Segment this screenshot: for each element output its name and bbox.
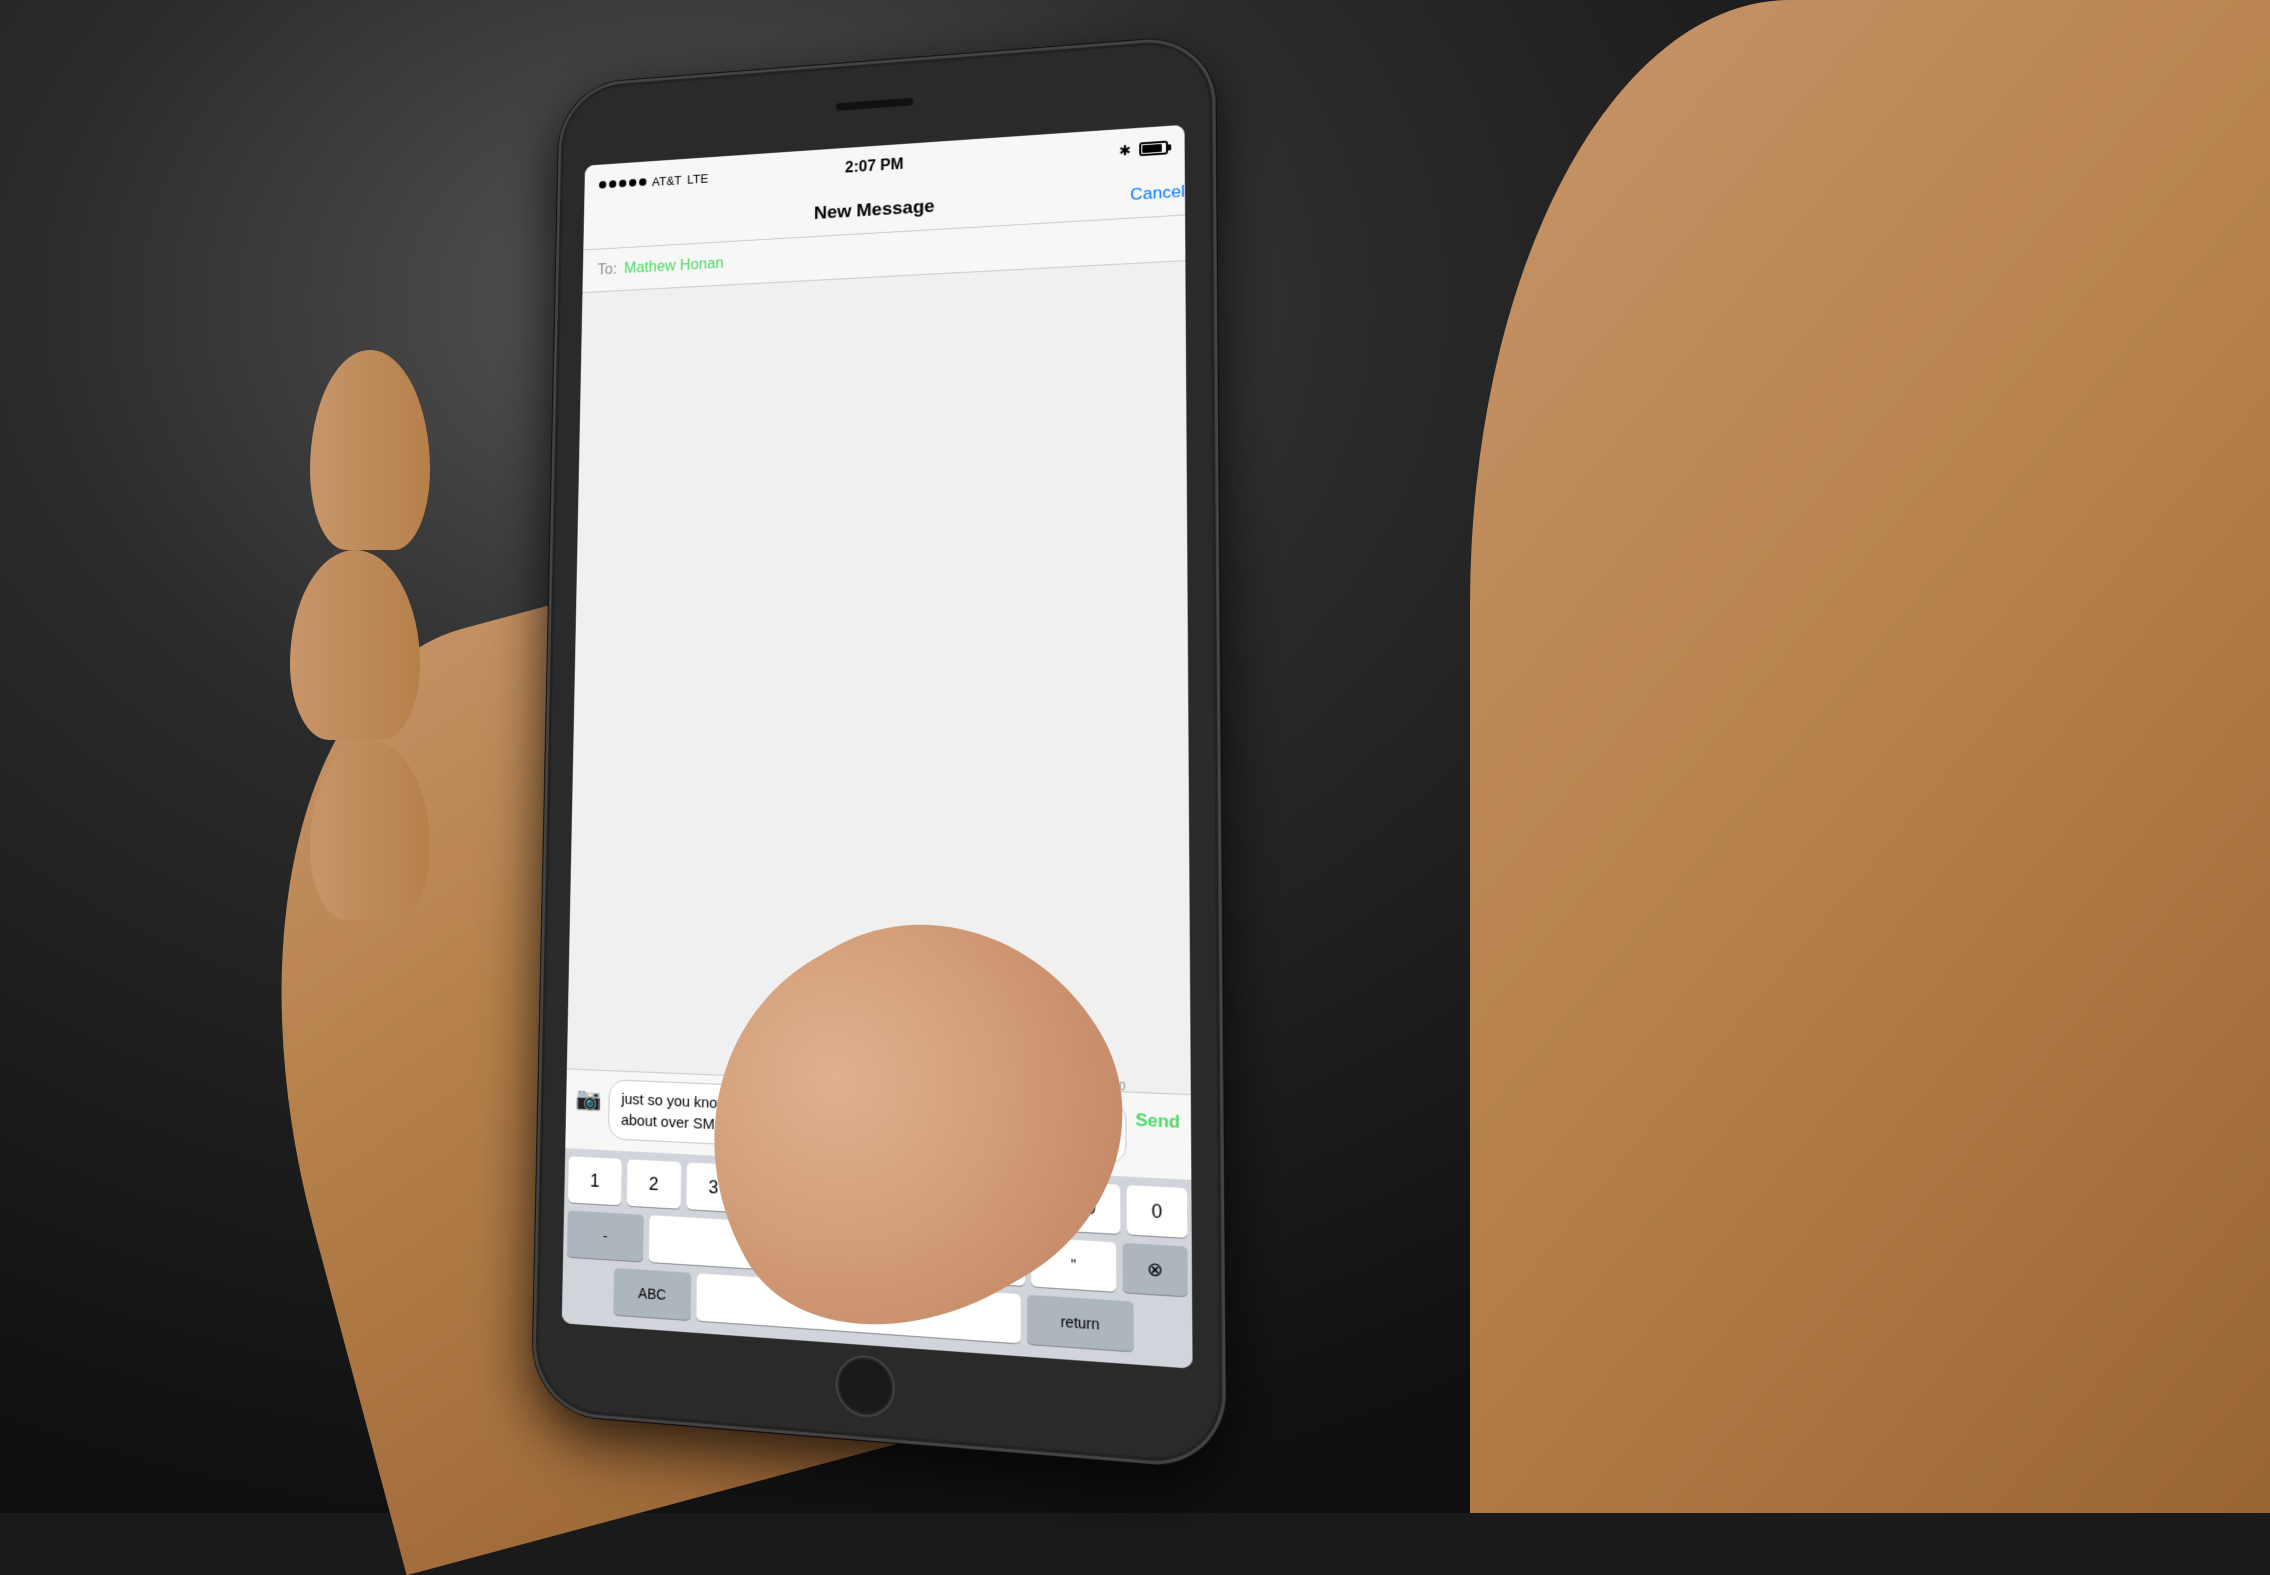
delete-key[interactable]: ⊗ bbox=[1123, 1243, 1188, 1297]
signal-dot-3 bbox=[619, 179, 626, 187]
phone-speaker bbox=[836, 98, 913, 111]
battery-indicator bbox=[1139, 141, 1168, 157]
recipient-name: Mathew Honan bbox=[624, 255, 724, 277]
carrier-info: AT&T LTE bbox=[599, 171, 709, 192]
send-button[interactable]: Send bbox=[1135, 1110, 1180, 1133]
page-title: New Message bbox=[814, 196, 935, 224]
signal-dot-1 bbox=[599, 181, 606, 189]
key-dash[interactable]: - bbox=[567, 1210, 644, 1261]
to-label: To: bbox=[597, 261, 617, 279]
hand-right bbox=[1470, 0, 2270, 1513]
key-2[interactable]: 2 bbox=[627, 1159, 681, 1209]
network-type: LTE bbox=[687, 171, 708, 186]
cancel-button[interactable]: Cancel bbox=[1130, 181, 1185, 204]
abc-key[interactable]: ABC bbox=[613, 1268, 691, 1320]
status-time: 2:07 PM bbox=[845, 156, 904, 177]
signal-strength bbox=[599, 178, 646, 189]
key-1[interactable]: 1 bbox=[568, 1156, 622, 1205]
signal-dot-2 bbox=[609, 180, 616, 188]
signal-dot-4 bbox=[629, 179, 636, 187]
return-key[interactable]: return bbox=[1027, 1295, 1134, 1352]
status-right: ✱ bbox=[1119, 139, 1168, 159]
carrier-name: AT&T bbox=[652, 173, 682, 189]
signal-dot-5 bbox=[639, 178, 646, 186]
camera-icon[interactable]: 📷 bbox=[575, 1086, 601, 1113]
battery-fill bbox=[1142, 144, 1161, 153]
bluetooth-icon: ✱ bbox=[1119, 142, 1131, 159]
key-0[interactable]: 0 bbox=[1127, 1185, 1187, 1238]
home-button[interactable] bbox=[836, 1353, 895, 1419]
